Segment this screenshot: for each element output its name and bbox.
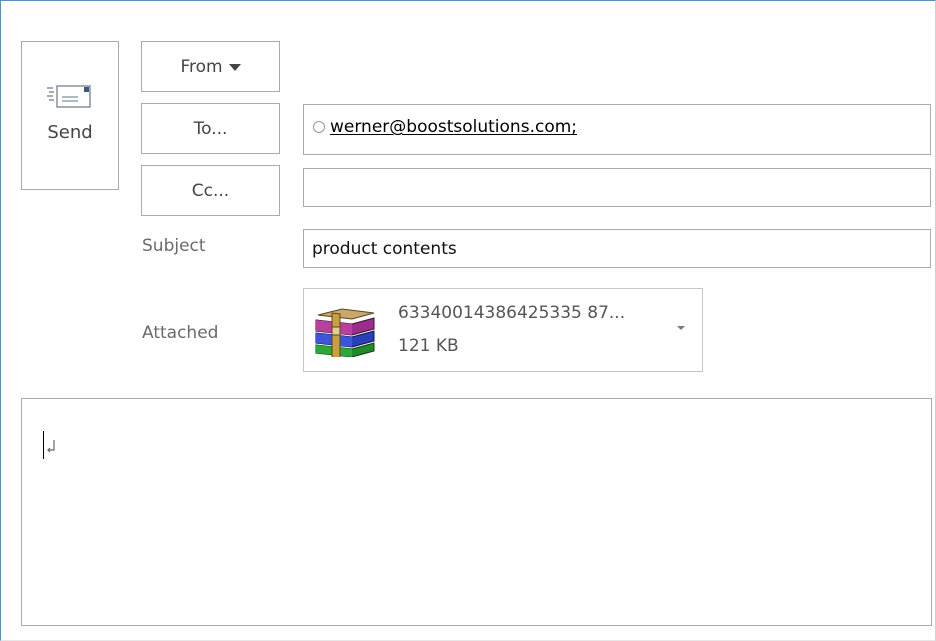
attached-label: Attached: [142, 323, 219, 343]
to-field[interactable]: werner@boostsolutions.com;: [303, 104, 931, 155]
chevron-down-icon: [228, 64, 241, 71]
cc-label: Cc...: [191, 180, 230, 201]
subject-input[interactable]: product contents: [303, 229, 931, 268]
cc-field[interactable]: [303, 168, 931, 207]
paragraph-mark-icon: [47, 440, 55, 453]
recipient-chip[interactable]: werner@boostsolutions.com;: [313, 117, 577, 137]
cc-button[interactable]: Cc...: [141, 165, 280, 216]
from-button[interactable]: From: [141, 41, 280, 92]
send-button[interactable]: Send: [21, 41, 119, 190]
subject-label: Subject: [142, 236, 206, 256]
attachment-name: 63340014386425335 87...: [398, 303, 626, 323]
message-body[interactable]: [21, 398, 932, 626]
to-button[interactable]: To...: [141, 103, 280, 154]
attachment-size: 121 KB: [398, 336, 459, 356]
attachment-dropdown-icon[interactable]: [677, 326, 685, 330]
send-envelope-icon: [47, 85, 91, 108]
winrar-archive-icon: [315, 308, 375, 357]
to-label: To...: [193, 118, 228, 139]
text-cursor: [43, 431, 44, 459]
presence-status-icon: [313, 121, 325, 133]
recipient-email: werner@boostsolutions.com;: [330, 117, 578, 137]
from-label: From: [180, 56, 223, 77]
attachment-item[interactable]: 63340014386425335 87... 121 KB: [303, 288, 703, 372]
send-label: Send: [47, 122, 93, 143]
subject-value: product contents: [312, 239, 457, 259]
